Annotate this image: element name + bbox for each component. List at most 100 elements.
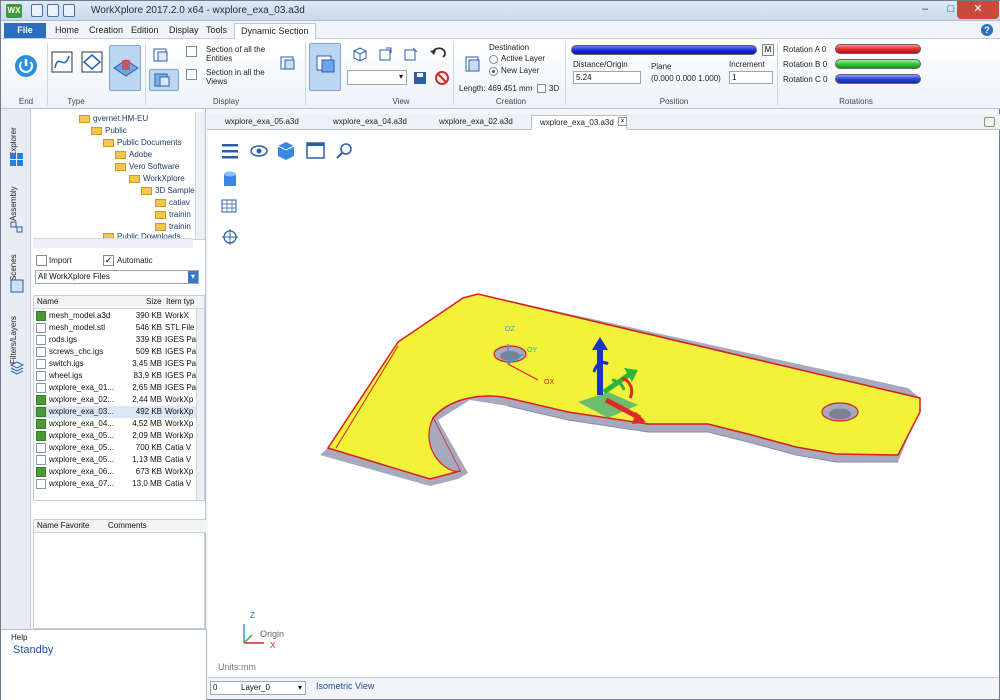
column-name-favorite[interactable]: Name Favorite xyxy=(37,521,89,530)
menu-display[interactable]: Display xyxy=(163,23,205,38)
tree-item[interactable]: Adobe xyxy=(115,150,152,159)
rotation-b-slider[interactable] xyxy=(835,59,921,69)
file-filter-select[interactable]: All WorkXplore Files ▾ xyxy=(35,270,199,284)
tree-item[interactable]: trainin xyxy=(155,222,191,231)
minimize-button[interactable]: – xyxy=(911,1,939,19)
view-select[interactable]: ▾ xyxy=(347,70,407,85)
file-list-scrollbar[interactable] xyxy=(196,309,204,500)
tab-filters-layers[interactable]: Filters/Layers xyxy=(5,309,25,369)
tree-item[interactable]: catiav xyxy=(155,198,190,207)
close-tab-icon[interactable]: × xyxy=(618,117,627,126)
increment-field[interactable]: 1 xyxy=(729,71,773,84)
file-row[interactable]: switch.igs 3,45 MB IGES Pa xyxy=(34,358,196,370)
view-front-button[interactable] xyxy=(349,43,369,63)
section-entities-checkbox[interactable] xyxy=(186,46,197,57)
end-button[interactable] xyxy=(11,51,39,79)
file-size: 3,45 MB xyxy=(132,359,162,368)
menu-edition[interactable]: Edition xyxy=(125,23,165,38)
tab-document[interactable]: wxplore_exa_05.a3d xyxy=(217,115,307,130)
grid-icon[interactable] xyxy=(221,199,237,213)
tree-scrollbar[interactable] xyxy=(195,112,205,239)
column-size[interactable]: Size xyxy=(146,297,162,306)
visibility-icon[interactable] xyxy=(250,145,268,157)
view-right-button[interactable] xyxy=(399,43,419,63)
file-row[interactable]: mesh_model.stl 546 KB STL File xyxy=(34,322,196,334)
file-row[interactable]: wxplore_exa_06... 673 KB WorkXp xyxy=(34,466,196,478)
undo-button[interactable] xyxy=(427,43,447,63)
tree-item[interactable]: Vero Software xyxy=(115,162,179,171)
tab-document[interactable]: wxplore_exa_04.a3d xyxy=(325,115,415,130)
tree-item[interactable]: gvernet.HM-EU xyxy=(79,114,148,123)
file-row[interactable]: wxplore_exa_07... 13,0 MB Catia V xyxy=(34,478,196,490)
layer-select[interactable]: 0 Layer_0 ▾ xyxy=(210,681,306,695)
file-row[interactable]: wxplore_exa_05... 2,09 MB WorkXp xyxy=(34,430,196,442)
shaded-cube-icon[interactable] xyxy=(277,142,295,160)
tree-item[interactable]: Public xyxy=(91,126,127,135)
help-icon[interactable]: ? xyxy=(981,24,993,36)
file-row[interactable]: wxplore_exa_05... 700 KB Catia V xyxy=(34,442,196,454)
tab-menu-icon[interactable] xyxy=(984,117,995,127)
menu-icon[interactable] xyxy=(222,144,238,159)
view-top-button[interactable] xyxy=(374,43,394,63)
save-all-icon[interactable] xyxy=(63,4,75,17)
menu-tools[interactable]: Tools xyxy=(200,23,233,38)
cylinder-icon[interactable] xyxy=(224,171,236,187)
column-comments[interactable]: Comments xyxy=(108,521,147,530)
file-row[interactable]: wxplore_exa_03... 492 KB WorkXp xyxy=(34,406,196,418)
tree-item[interactable]: trainin xyxy=(155,210,191,219)
folder-icon xyxy=(155,210,166,219)
display-section-button[interactable] xyxy=(149,69,179,91)
zoom-icon[interactable] xyxy=(336,143,352,159)
column-name[interactable]: Name xyxy=(37,297,58,306)
tab-document-active[interactable]: wxplore_exa_03.a3d xyxy=(531,115,627,130)
menu-dynamic-section[interactable]: Dynamic Section xyxy=(234,23,316,40)
distance-field[interactable]: 5.24 xyxy=(573,71,641,84)
file-row[interactable]: wxplore_exa_02... 2,44 MB WorkXp xyxy=(34,394,196,406)
window-view-icon[interactable] xyxy=(306,142,325,159)
save-view-button[interactable] xyxy=(411,69,427,85)
new-layer-radio[interactable] xyxy=(489,67,498,76)
curve-type-button[interactable] xyxy=(49,49,73,75)
file-name: wheel.igs xyxy=(49,371,83,380)
automatic-checkbox[interactable]: ✓ xyxy=(103,255,114,266)
crosshair-icon[interactable] xyxy=(222,229,238,245)
import-checkbox[interactable] xyxy=(36,255,47,266)
tree-item[interactable]: WorkXplore xyxy=(129,174,185,183)
rotation-c-slider[interactable] xyxy=(835,74,921,84)
position-slider[interactable] xyxy=(571,45,757,55)
close-button[interactable]: ✕ xyxy=(957,1,999,19)
part-model[interactable] xyxy=(320,293,921,486)
file-row[interactable]: wxplore_exa_04... 4,52 MB WorkXp xyxy=(34,418,196,430)
m-button[interactable]: M xyxy=(762,44,774,56)
open-icon[interactable] xyxy=(31,4,43,17)
tree-item[interactable]: Public Documents xyxy=(103,138,181,147)
display-mode-button[interactable] xyxy=(275,53,299,73)
file-row[interactable]: screws_chc.igs 509 KB IGES Pa xyxy=(34,346,196,358)
tree-item[interactable]: 3D Sample xyxy=(141,186,195,195)
3d-checkbox[interactable] xyxy=(537,84,546,93)
file-row[interactable]: mesh_model.a3d 390 KB WorkX xyxy=(34,310,196,322)
active-layer-radio[interactable] xyxy=(489,55,498,64)
file-row[interactable]: wheel.igs 83,9 KB IGES Pa xyxy=(34,370,196,382)
tree-horizontal-scrollbar[interactable] xyxy=(33,238,193,248)
file-row[interactable]: rods.igs 339 KB IGES Pa xyxy=(34,334,196,346)
viewport-3d[interactable]: OZ OY OX Z Origin X Units:mm xyxy=(208,130,999,677)
rotation-a-slider[interactable] xyxy=(835,44,921,54)
section-type-button[interactable] xyxy=(109,45,141,91)
display-box-button[interactable] xyxy=(149,45,173,65)
file-name: wxplore_exa_05... xyxy=(49,443,114,452)
file-row[interactable]: wxplore_exa_01... 2,65 MB IGES Pa xyxy=(34,382,196,394)
plane-type-button[interactable] xyxy=(79,49,103,75)
view-section-button[interactable] xyxy=(309,43,341,91)
menu-creation[interactable]: Creation xyxy=(83,23,129,38)
menu-home[interactable]: Home xyxy=(49,23,85,38)
column-type[interactable]: Item typ xyxy=(166,297,194,306)
section-views-checkbox[interactable] xyxy=(186,69,197,80)
delete-view-button[interactable] xyxy=(433,69,449,85)
create-section-button[interactable] xyxy=(459,51,483,75)
tab-document[interactable]: wxplore_exa_02.a3d xyxy=(431,115,521,130)
file-row[interactable]: wxplore_exa_05... 1,13 MB Catia V xyxy=(34,454,196,466)
save-icon[interactable] xyxy=(47,4,59,17)
menu-file[interactable]: File xyxy=(4,23,46,38)
file-type: IGES Pa xyxy=(165,347,197,356)
